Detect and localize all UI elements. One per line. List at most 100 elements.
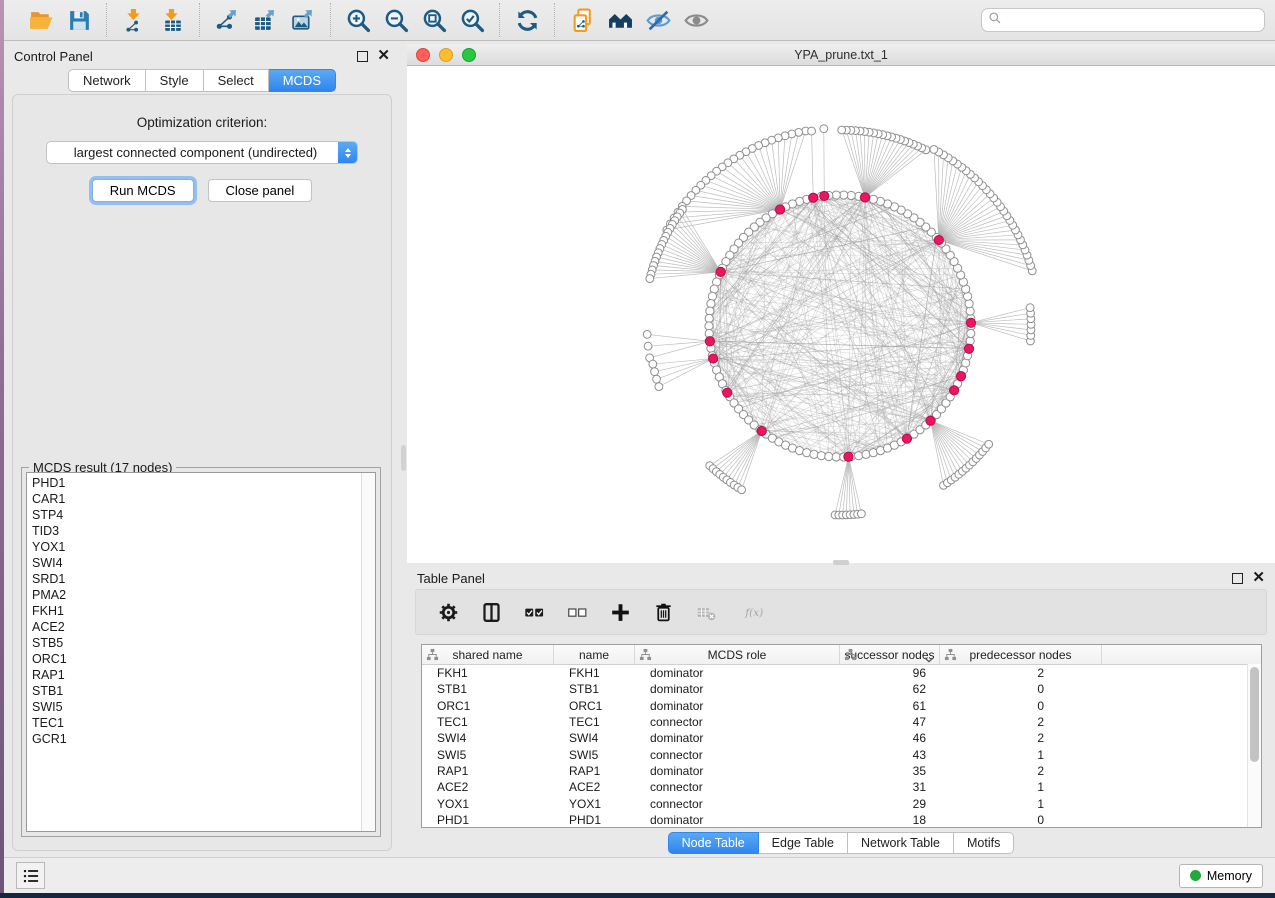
network-node[interactable] (965, 300, 973, 308)
network-node[interactable] (706, 307, 714, 315)
splitter-handle-icon[interactable] (401, 445, 406, 471)
mcds-node[interactable] (716, 267, 725, 276)
network-node[interactable] (825, 452, 833, 460)
mcds-node[interactable] (820, 191, 829, 200)
table-row[interactable]: ACE2ACE2connector311 (422, 779, 1261, 795)
network-node[interactable] (707, 300, 715, 308)
mcds-node[interactable] (844, 452, 853, 461)
criterion-dropdown[interactable]: largest connected component (undirected) (46, 141, 358, 164)
select-all-icon[interactable] (522, 600, 546, 624)
network-node[interactable] (966, 307, 974, 315)
mcds-result-item[interactable]: CAR1 (32, 491, 361, 507)
table-tab-node-table[interactable]: Node Table (668, 832, 759, 854)
table-row[interactable]: TEC1TEC1connector472 (422, 714, 1261, 730)
network-node[interactable] (651, 368, 659, 376)
mcds-result-item[interactable]: TID3 (32, 523, 361, 539)
import-table-icon[interactable] (157, 5, 187, 35)
show-columns-icon[interactable] (479, 600, 503, 624)
network-node[interactable] (705, 322, 713, 330)
mcds-node[interactable] (950, 386, 959, 395)
network-node[interactable] (838, 126, 846, 134)
hide-selected-icon[interactable] (643, 5, 673, 35)
zoom-in-icon[interactable] (343, 5, 373, 35)
table-panel-float-icon[interactable] (1232, 573, 1243, 584)
tab-select[interactable]: Select (204, 69, 269, 92)
mcds-result-item[interactable]: SRD1 (32, 571, 361, 587)
zoom-selected-icon[interactable] (457, 5, 487, 35)
column-header-predecessor-nodes[interactable]: predecessor nodes (940, 645, 1102, 664)
memory-button[interactable]: Memory (1179, 864, 1263, 888)
mcds-result-item[interactable]: SWI5 (32, 699, 361, 715)
mcds-node[interactable] (809, 193, 818, 202)
network-node[interactable] (930, 146, 938, 154)
network-node[interactable] (857, 510, 865, 518)
table-row[interactable]: STB1STB1dominator620 (422, 681, 1261, 697)
network-node[interactable] (649, 360, 657, 368)
add-row-icon[interactable] (608, 600, 632, 624)
table-scrollbar[interactable] (1247, 664, 1261, 827)
tab-network[interactable]: Network (68, 69, 146, 92)
table-tab-network-table[interactable]: Network Table (848, 832, 954, 854)
table-row[interactable]: SWI5SWI5connector431 (422, 746, 1261, 762)
network-node[interactable] (705, 314, 713, 322)
first-neighbors-icon[interactable] (605, 5, 635, 35)
search-input[interactable] (1006, 10, 1258, 30)
refresh-icon[interactable] (512, 5, 542, 35)
mcds-node[interactable] (964, 344, 973, 353)
network-node[interactable] (653, 375, 661, 383)
column-header-name[interactable]: name (554, 645, 635, 664)
tab-style[interactable]: Style (146, 69, 204, 92)
table-row[interactable]: ORC1ORC1dominator610 (422, 698, 1261, 714)
status-list-button[interactable] (16, 862, 45, 889)
mcds-node[interactable] (776, 205, 785, 214)
network-node[interactable] (655, 383, 663, 391)
export-image-icon[interactable] (288, 5, 318, 35)
export-network-icon[interactable] (212, 5, 242, 35)
mcds-node[interactable] (757, 426, 766, 435)
mcds-result-item[interactable]: FKH1 (32, 603, 361, 619)
mcds-node[interactable] (956, 372, 965, 381)
network-node[interactable] (847, 191, 855, 199)
column-header-MCDS-role[interactable]: MCDS role (635, 645, 840, 664)
zoom-out-icon[interactable] (381, 5, 411, 35)
network-node[interactable] (708, 292, 716, 300)
network-node[interactable] (643, 331, 651, 339)
mcds-result-item[interactable]: PMA2 (32, 587, 361, 603)
network-node[interactable] (832, 191, 840, 199)
save-icon[interactable] (64, 5, 94, 35)
network-node[interactable] (985, 440, 993, 448)
mcds-node[interactable] (934, 235, 943, 244)
mcds-result-item[interactable]: TEC1 (32, 715, 361, 731)
network-node[interactable] (855, 452, 863, 460)
network-canvas[interactable] (407, 66, 1275, 563)
show-all-icon[interactable] (681, 5, 711, 35)
network-node[interactable] (820, 125, 828, 133)
network-node[interactable] (738, 486, 746, 494)
new-network-from-selection-icon[interactable] (567, 5, 597, 35)
import-network-icon[interactable] (119, 5, 149, 35)
export-table-icon[interactable] (250, 5, 280, 35)
table-row[interactable]: PHD1PHD1dominator180 (422, 812, 1261, 828)
network-node[interactable] (840, 191, 848, 199)
mcds-node[interactable] (902, 434, 911, 443)
mcds-result-item[interactable]: RAP1 (32, 667, 361, 683)
table-scrollbar-thumb[interactable] (1250, 667, 1259, 762)
mcds-node[interactable] (723, 388, 732, 397)
close-panel-button[interactable]: Close panel (208, 179, 313, 202)
mcds-result-item[interactable]: PHD1 (32, 475, 361, 491)
search-box[interactable] (981, 8, 1265, 32)
mcds-result-item[interactable]: STP4 (32, 507, 361, 523)
mcds-node[interactable] (966, 318, 975, 327)
network-node[interactable] (644, 342, 652, 350)
mcds-result-item[interactable]: STB1 (32, 683, 361, 699)
deselect-all-icon[interactable] (565, 600, 589, 624)
control-panel-float-icon[interactable] (357, 51, 368, 62)
mcds-result-item[interactable]: ORC1 (32, 651, 361, 667)
column-header-successor-nodes[interactable]: successor nodes (840, 645, 940, 664)
network-node[interactable] (967, 329, 975, 337)
panel-splitter[interactable] (400, 41, 407, 857)
mcds-result-item[interactable]: ACE2 (32, 619, 361, 635)
network-node[interactable] (646, 275, 654, 283)
network-node[interactable] (808, 127, 816, 135)
network-node[interactable] (1026, 304, 1034, 312)
